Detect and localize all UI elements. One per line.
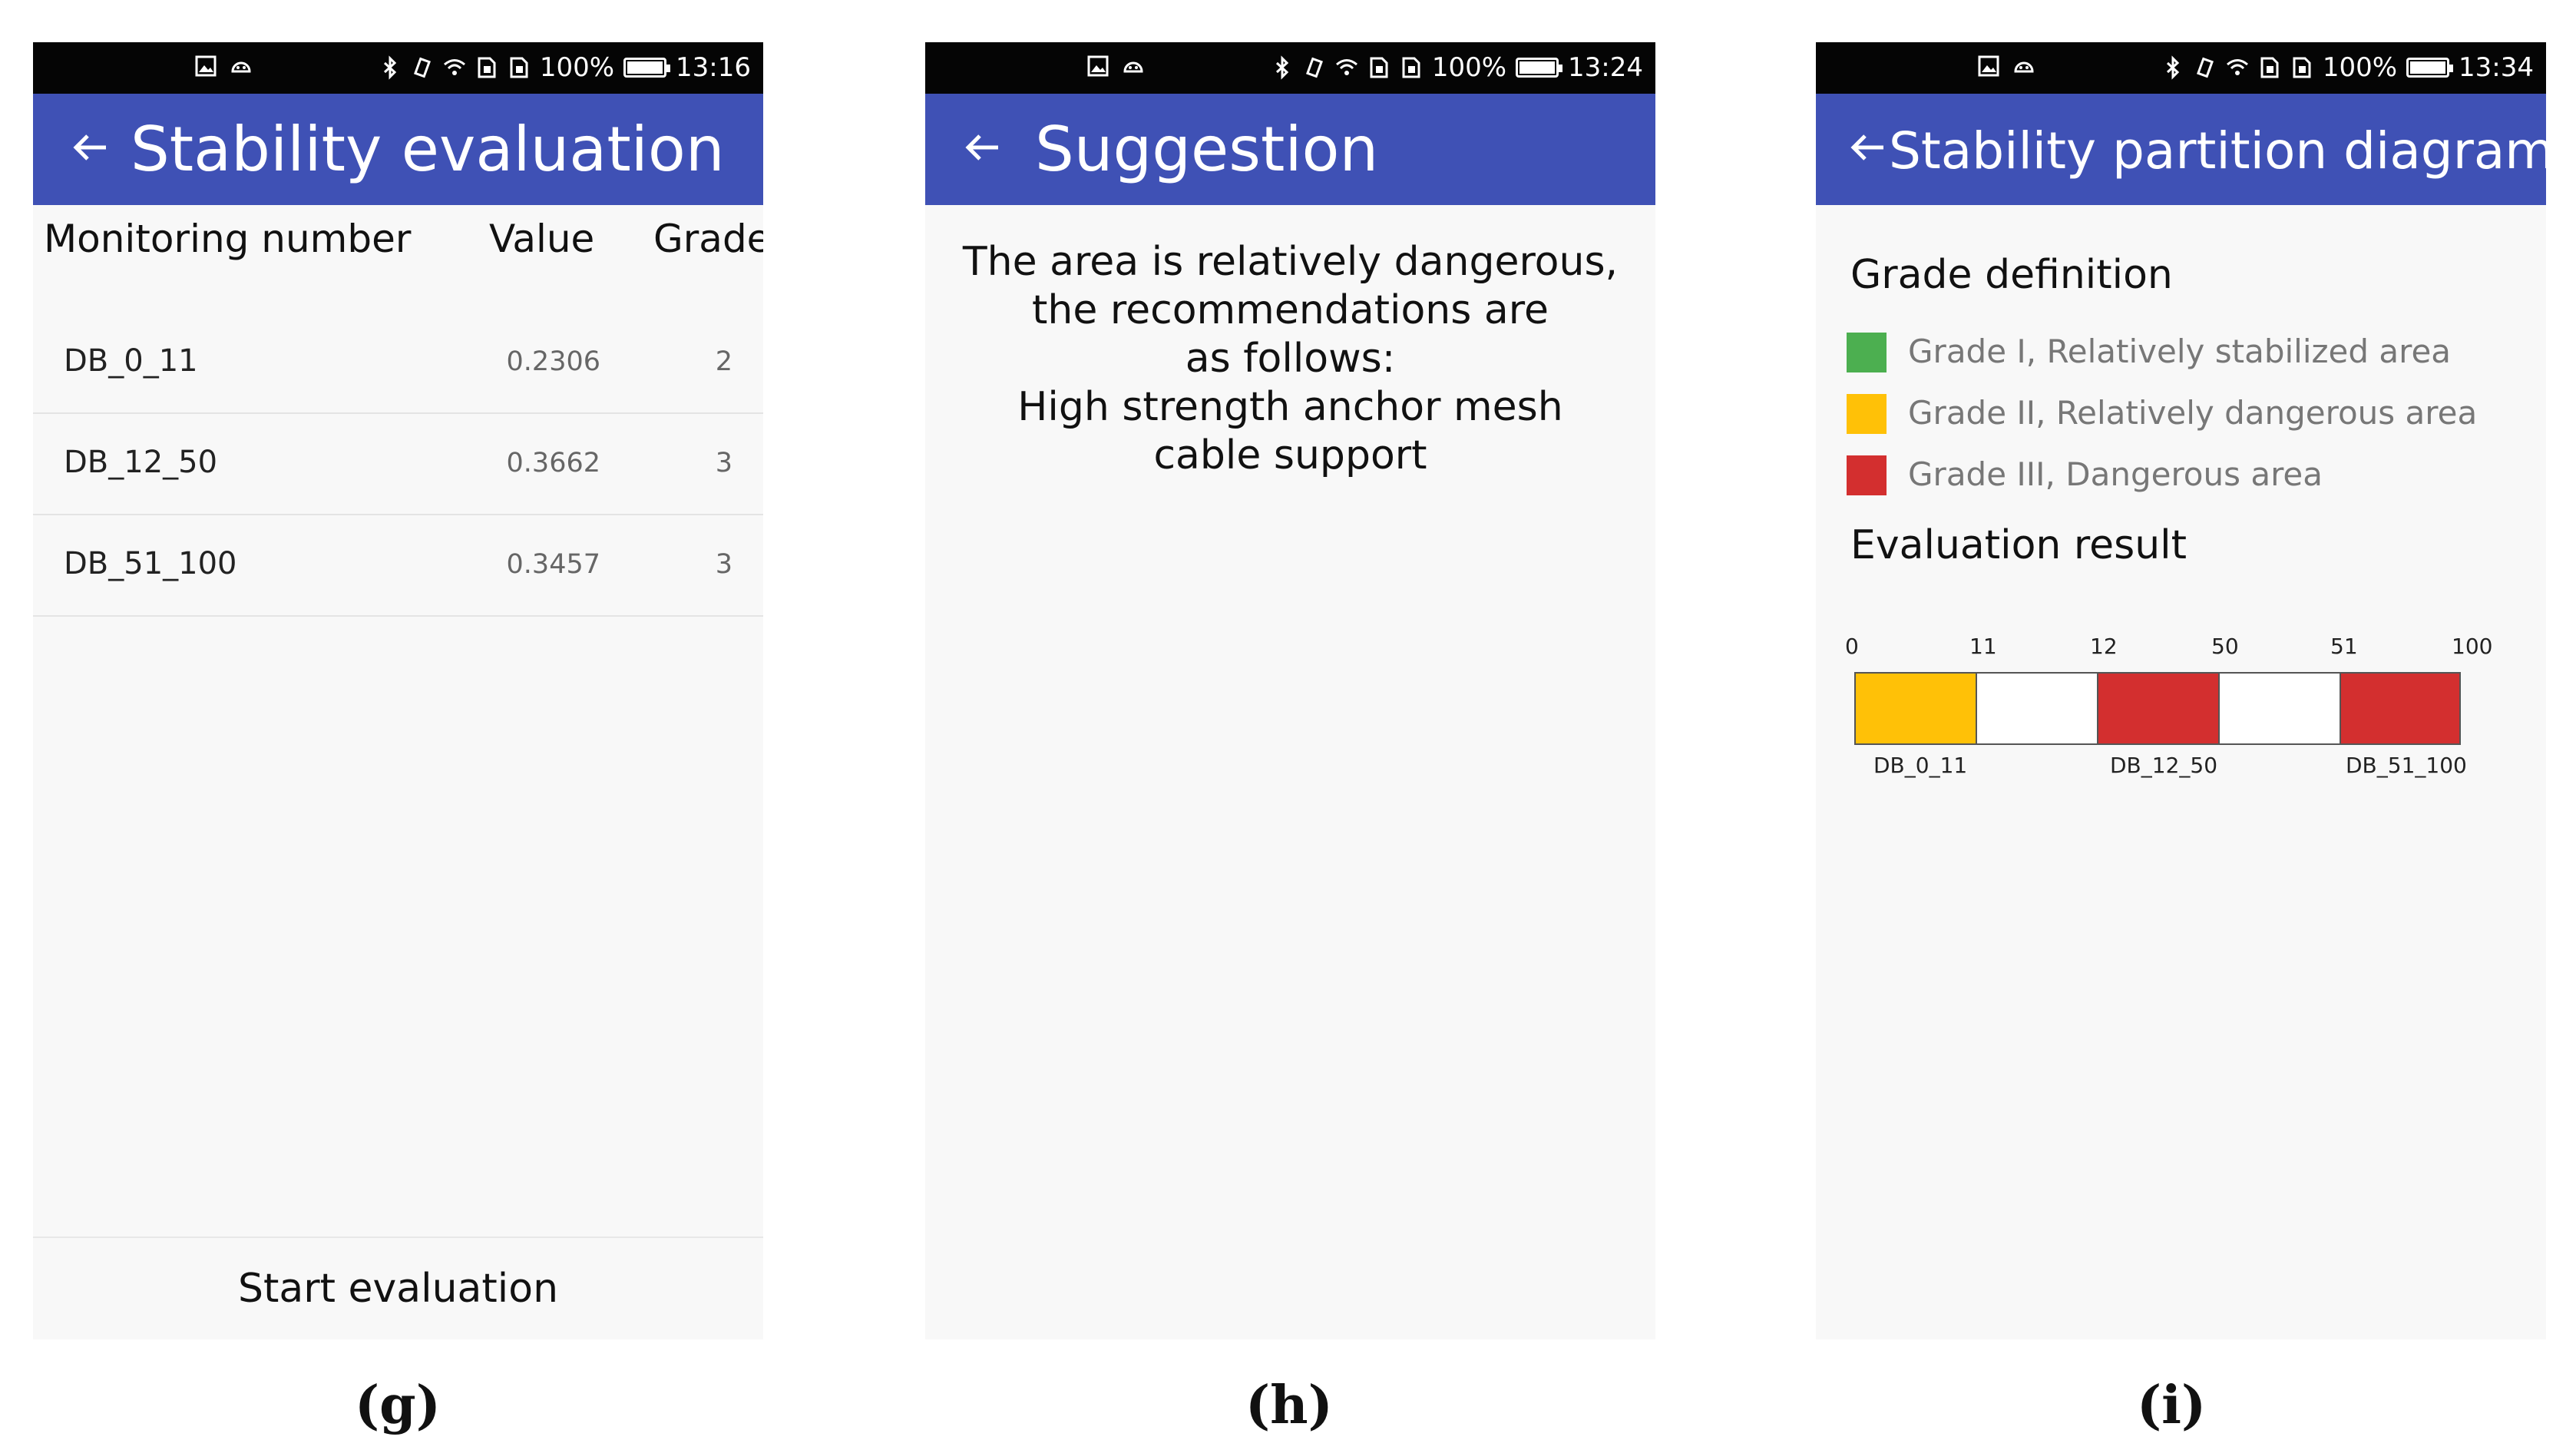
segment-gap: [2218, 672, 2341, 745]
phone-screen-stability-evaluation: 100% 13:16 Stability evaluation Monitori…: [33, 42, 763, 1339]
vibrate-icon: [2196, 57, 2214, 78]
android-debug-icon: [1123, 61, 1143, 73]
figure-caption-h: (h): [1245, 1375, 1333, 1436]
phone-screen-suggestion: 100% 13:24 Suggestion The area is relati…: [925, 42, 1655, 1339]
suggestion-line: High strength anchor mesh: [1017, 384, 1563, 430]
legend-label: Grade III, Dangerous area: [1908, 455, 2323, 493]
bluetooth-icon: [383, 55, 396, 80]
battery-percent: 100%: [2322, 52, 2398, 83]
column-header-monitoring-number: Monitoring number: [44, 217, 412, 261]
table-row[interactable]: DB_12_50 0.3662 3: [33, 412, 763, 515]
segment-db-51-100: [2340, 672, 2461, 745]
suggestion-line: The area is relatively dangerous,: [962, 239, 1619, 285]
app-bar: Stability evaluation: [33, 94, 763, 205]
value-cell: 0.3662: [506, 448, 600, 478]
suggestion-line: as follows:: [1185, 336, 1396, 382]
clock: 13:16: [676, 52, 751, 83]
phone-screen-stability-partition-diagram: 100% 13:34 Stability partition diagram G…: [1816, 42, 2546, 1339]
wifi-icon: [443, 59, 465, 75]
segment-label: DB_51_100: [2346, 753, 2467, 778]
table-row[interactable]: DB_51_100 0.3457 3: [33, 514, 763, 617]
battery-icon: [1516, 58, 1563, 78]
android-debug-icon: [231, 61, 251, 73]
gallery-notification-icon: [195, 55, 217, 77]
suggestion-line: cable support: [1153, 432, 1427, 478]
figure-caption-g: (g): [355, 1375, 441, 1436]
axis-tick-label: 11: [1969, 634, 1997, 659]
segment-label: DB_12_50: [2110, 753, 2218, 778]
value-cell: 0.3457: [506, 549, 600, 580]
vibrate-icon: [413, 57, 431, 78]
column-header-value: Value: [489, 217, 595, 261]
page-title: Stability partition diagram: [1889, 121, 2546, 180]
axis-tick-label: 100: [2452, 634, 2493, 659]
page-title: Suggestion: [1035, 114, 1379, 185]
android-debug-icon: [2014, 61, 2034, 73]
segment-db-0-11: [1854, 672, 1977, 745]
partition-bar: [1854, 672, 2461, 745]
gallery-notification-icon: [1087, 55, 1109, 77]
grade-definition-heading: Grade definition: [1850, 252, 2173, 298]
sim-card-icon: [1370, 57, 1388, 78]
status-bar: 100% 13:34: [1816, 42, 2546, 94]
wifi-icon: [2226, 59, 2248, 75]
legend-label: Grade II, Relatively dangerous area: [1908, 394, 2478, 432]
gallery-notification-icon: [1978, 55, 1999, 77]
sim-card-2-icon: [510, 57, 528, 78]
column-header-grade: Grade: [653, 217, 763, 261]
legend-label: Grade I, Relatively stabilized area: [1908, 333, 2452, 370]
grade-cell: 3: [715, 549, 732, 580]
status-bar: 100% 13:16: [33, 42, 763, 94]
axis-tick-label: 50: [2211, 634, 2239, 659]
segment-label: DB_0_11: [1873, 753, 1968, 778]
monitoring-number-cell: DB_0_11: [64, 343, 198, 379]
wifi-icon: [1335, 59, 1357, 75]
axis-tick-label: 51: [2330, 634, 2358, 659]
battery-icon: [623, 58, 671, 78]
grade-cell: 3: [715, 448, 732, 478]
app-bar: Suggestion: [925, 94, 1655, 205]
segment-db-12-50: [2097, 672, 2220, 745]
evaluation-result-heading: Evaluation result: [1850, 522, 2187, 568]
figure-caption-i: (i): [2137, 1375, 2207, 1436]
sim-card-2-icon: [2293, 57, 2311, 78]
back-arrow-icon[interactable]: [1848, 124, 1887, 170]
grade-cell: 2: [715, 346, 732, 377]
table-header: Monitoring number Value Grade: [33, 207, 763, 276]
suggestion-text: The area is relatively dangerous, the re…: [925, 238, 1655, 480]
battery-percent: 100%: [539, 52, 615, 83]
sim-card-2-icon: [1402, 57, 1420, 78]
grade-3-swatch: [1847, 455, 1887, 495]
bluetooth-icon: [2166, 55, 2179, 80]
monitoring-number-cell: DB_12_50: [64, 445, 218, 480]
value-cell: 0.2306: [506, 346, 600, 377]
table-row[interactable]: DB_0_11 0.2306 2: [33, 311, 763, 414]
page-title: Stability evaluation: [131, 114, 725, 185]
app-bar: Stability partition diagram: [1816, 94, 2546, 205]
vibrate-icon: [1305, 57, 1323, 78]
axis-tick-label: 12: [2090, 634, 2118, 659]
sim-card-icon: [478, 57, 496, 78]
bluetooth-icon: [1275, 55, 1288, 80]
grade-2-swatch: [1847, 394, 1887, 434]
monitoring-number-cell: DB_51_100: [64, 546, 237, 581]
status-bar: 100% 13:24: [925, 42, 1655, 94]
start-evaluation-button[interactable]: Start evaluation: [33, 1236, 763, 1339]
segment-gap: [1976, 672, 2098, 745]
back-arrow-icon[interactable]: [68, 124, 114, 170]
clock: 13:24: [1568, 52, 1643, 83]
back-arrow-icon[interactable]: [960, 124, 1006, 170]
suggestion-line: the recommendations are: [1032, 287, 1549, 333]
grade-1-swatch: [1847, 333, 1887, 372]
axis-tick-label: 0: [1845, 634, 1859, 659]
battery-percent: 100%: [1431, 52, 1507, 83]
clock: 13:34: [2459, 52, 2534, 83]
battery-icon: [2406, 58, 2454, 78]
sim-card-icon: [2260, 57, 2279, 78]
